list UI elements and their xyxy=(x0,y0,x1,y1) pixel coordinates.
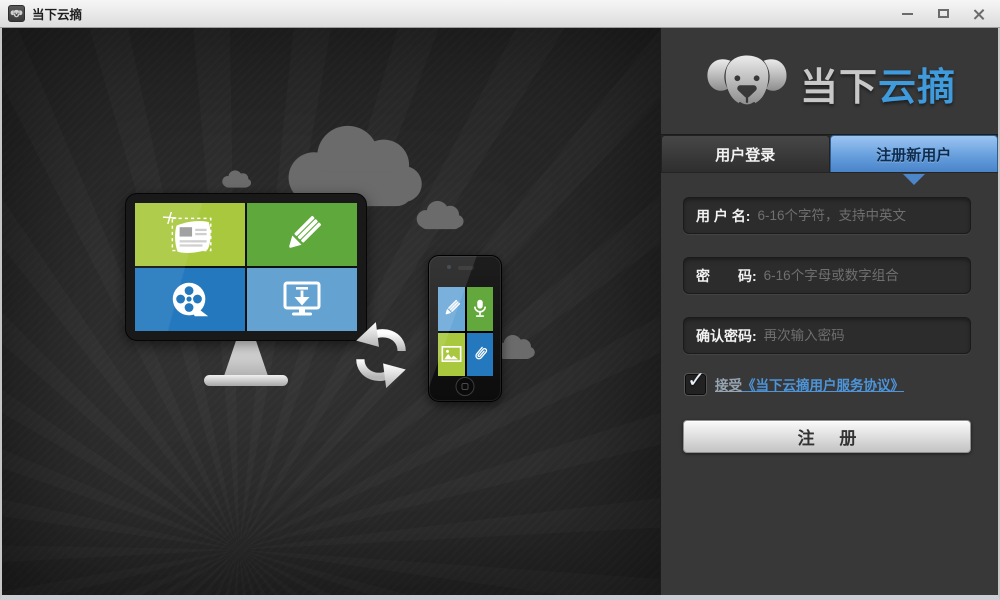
terms-link[interactable]: 《当下云摘用户服务协议》 xyxy=(742,378,904,393)
logo-text-gray: 当下 xyxy=(800,67,878,109)
cloud-small-left xyxy=(220,168,252,190)
phone-home-button xyxy=(456,377,475,396)
monitor-stand-base xyxy=(204,375,288,386)
maximize-button[interactable] xyxy=(930,4,956,24)
checkmark-icon: ✓ xyxy=(687,367,705,393)
maximize-icon xyxy=(938,9,949,18)
agreement-row: ✓ 接受《当下云摘用户服务协议》 xyxy=(685,372,904,396)
username-input[interactable] xyxy=(757,208,958,223)
auth-panel: 当下云摘 用户登录 注册新用户 用 户 名: 密 码: 确认密码: xyxy=(660,28,998,595)
password-field[interactable]: 密 码: xyxy=(683,257,971,294)
phone-tile-voice xyxy=(467,287,494,331)
window-controls xyxy=(894,4,992,24)
tab-login[interactable]: 用户登录 xyxy=(661,135,830,172)
screen-download-icon xyxy=(278,278,326,322)
app-window: 当下云摘 xyxy=(0,0,1000,600)
sync-arrows-icon xyxy=(348,320,414,390)
username-label: 用 户 名: xyxy=(696,206,750,226)
tile-clipping xyxy=(135,203,245,266)
logo-text: 当下云摘 xyxy=(800,56,956,111)
pencil-icon xyxy=(441,298,462,319)
title-bar: 当下云摘 xyxy=(0,0,1000,28)
phone-tile-photo xyxy=(438,333,465,377)
monitor-screen xyxy=(135,203,357,331)
password-input[interactable] xyxy=(764,268,958,283)
clipping-document-icon xyxy=(163,212,217,258)
confirm-password-field[interactable]: 确认密码: xyxy=(683,317,971,354)
tab-register[interactable]: 注册新用户 xyxy=(830,135,999,172)
phone-tile-attach xyxy=(467,333,494,377)
confirm-password-input[interactable] xyxy=(764,328,958,343)
register-button[interactable]: 注 册 xyxy=(683,420,971,453)
logo: 当下云摘 xyxy=(661,50,998,116)
minimize-button[interactable] xyxy=(894,4,920,24)
auth-tabs: 用户登录 注册新用户 xyxy=(661,134,998,173)
close-button[interactable] xyxy=(966,4,992,24)
photo-icon xyxy=(440,344,463,364)
tile-edit xyxy=(247,203,357,266)
minimize-icon xyxy=(902,13,913,15)
cloud-medium xyxy=(413,196,465,234)
agreement-text: 接受《当下云摘用户服务协议》 xyxy=(715,374,904,394)
agreement-prefix: 接受 xyxy=(715,378,742,393)
illustration-canvas xyxy=(2,28,660,595)
film-reel-icon xyxy=(167,277,213,323)
desktop-monitor xyxy=(125,193,367,341)
phone-screen xyxy=(438,287,493,376)
username-field[interactable]: 用 户 名: xyxy=(683,197,971,234)
microphone-icon xyxy=(469,298,491,320)
tile-video xyxy=(135,268,245,331)
phone-speaker xyxy=(458,266,474,270)
close-icon xyxy=(973,8,985,20)
terms-checkbox[interactable]: ✓ xyxy=(685,374,706,395)
app-dog-icon xyxy=(8,5,25,22)
smartphone xyxy=(428,255,502,402)
dog-logo-icon xyxy=(703,52,791,115)
password-label: 密 码: xyxy=(696,266,757,286)
window-title: 当下云摘 xyxy=(32,4,82,23)
phone-tile-edit xyxy=(438,287,465,331)
logo-text-blue: 云摘 xyxy=(878,67,956,109)
monitor-stand-neck xyxy=(224,341,268,376)
phone-camera-dot xyxy=(447,265,451,269)
tile-download xyxy=(247,268,357,331)
pencil-icon xyxy=(279,212,325,258)
paperclip-icon xyxy=(469,343,491,365)
confirm-password-label: 确认密码: xyxy=(696,326,757,346)
